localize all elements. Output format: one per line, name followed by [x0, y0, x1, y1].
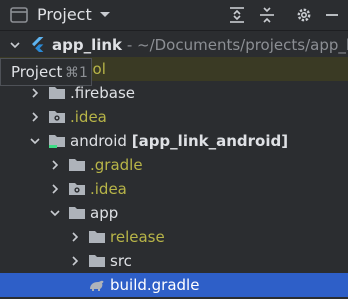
tree-row-label: build.gradle [110, 276, 200, 294]
project-panel-icon[interactable] [9, 5, 29, 25]
tooltip-shortcut: ⌘1 [65, 65, 88, 81]
tree-row-label: .gradle [90, 156, 143, 174]
flutter-icon [32, 37, 44, 52]
chevron-right-icon[interactable] [29, 111, 41, 123]
module-name: [app_link_android] [131, 132, 289, 150]
tree-row-label: src [110, 252, 132, 270]
tree-row-label: app_link - ~/Documents/projects/app_lir [52, 35, 348, 55]
idea-folder-icon [49, 111, 65, 123]
tree-row-release[interactable]: release [0, 225, 348, 249]
tree-row-idea[interactable]: .idea [0, 105, 348, 129]
folder-icon [89, 231, 105, 243]
tree-row-android[interactable]: android [app_link_android] [0, 129, 348, 153]
tree-row-label: app [90, 204, 119, 222]
folder-icon [69, 159, 85, 171]
chevron-right-icon[interactable] [69, 231, 81, 243]
tree-row-label: release [110, 228, 165, 246]
tree-row-app[interactable]: app [0, 201, 348, 225]
chevron-right-icon[interactable] [49, 183, 61, 195]
panel-title[interactable]: Project [37, 5, 92, 25]
folder-icon [49, 87, 65, 99]
android-module-folder-icon [49, 135, 65, 148]
folder-icon [89, 255, 105, 267]
tree-row-label: .firebase [70, 84, 136, 102]
chevron-right-icon[interactable] [29, 87, 41, 99]
tree-row-label: .idea [90, 180, 127, 198]
folder-icon [69, 207, 85, 219]
chevron-right-icon[interactable] [69, 255, 81, 267]
chevron-down-icon[interactable] [29, 135, 41, 147]
gear-icon[interactable] [294, 5, 314, 25]
tree-row-idea[interactable]: .idea [0, 177, 348, 201]
idea-folder-icon [69, 183, 85, 195]
project-path: - ~/Documents/projects/app_lir [122, 36, 348, 54]
chevron-down-icon[interactable] [99, 10, 111, 19]
tree-row-gradle-dir[interactable]: .gradle [0, 153, 348, 177]
expand-all-icon[interactable] [227, 5, 247, 25]
project-toolbar: Project [0, 0, 348, 31]
tree-row-build-gradle[interactable]: build.gradle [0, 273, 348, 297]
collapse-all-icon[interactable] [257, 5, 277, 25]
tree-row-label: .idea [70, 108, 107, 126]
minimize-icon[interactable] [322, 5, 342, 25]
tree-row-app-link[interactable]: app_link - ~/Documents/projects/app_lir [0, 33, 348, 57]
tooltip: Project ⌘1 [0, 58, 92, 86]
chevron-right-icon[interactable] [49, 159, 61, 171]
tree-row-label: android [app_link_android] [70, 132, 289, 150]
gradle-file-icon [90, 280, 104, 291]
chevron-down-icon[interactable] [9, 39, 21, 51]
tooltip-text: Project [11, 63, 63, 81]
chevron-down-icon[interactable] [49, 207, 61, 219]
tree-row-src[interactable]: src [0, 249, 348, 273]
